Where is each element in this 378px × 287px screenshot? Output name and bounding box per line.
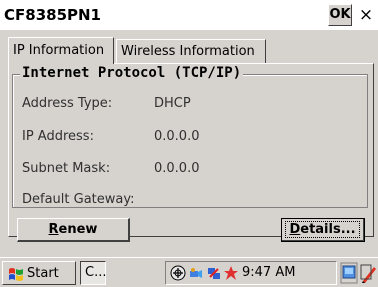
start-label: Start bbox=[27, 266, 59, 281]
bluetooth-icon[interactable] bbox=[188, 265, 204, 281]
renew-button[interactable]: Renew bbox=[17, 218, 130, 242]
input-panel-icon[interactable] bbox=[360, 261, 378, 285]
groupbox-title: Internet Protocol (TCP/IP) bbox=[20, 65, 244, 81]
start-button[interactable]: Start bbox=[2, 261, 76, 285]
network-icon[interactable] bbox=[170, 265, 186, 281]
window-title: CF8385PN1 bbox=[4, 6, 101, 24]
tab-wireless-information[interactable]: Wireless Information bbox=[116, 39, 266, 63]
default-gateway-label: Default Gateway: bbox=[22, 192, 135, 207]
clock[interactable]: 9:47 AM bbox=[242, 261, 295, 284]
address-type-label: Address Type: bbox=[22, 96, 113, 111]
address-type-value: DHCP bbox=[154, 96, 191, 111]
ip-address-value: 0.0.0.0 bbox=[154, 129, 200, 144]
desktop-icon[interactable] bbox=[340, 261, 358, 285]
windows-flag-icon bbox=[9, 268, 23, 281]
taskbar-app-button[interactable]: C... bbox=[80, 261, 106, 285]
title-bar: CF8385PN1 OK × bbox=[0, 0, 378, 30]
connection-icon[interactable] bbox=[206, 265, 222, 281]
tab-ip-information[interactable]: IP Information bbox=[8, 37, 114, 64]
ip-address-label: IP Address: bbox=[22, 129, 94, 144]
renew-label: enew bbox=[58, 222, 98, 237]
focus-rectangle bbox=[285, 221, 360, 238]
taskbar: Start C... 9:47 AM bbox=[0, 257, 378, 287]
ok-button[interactable]: OK bbox=[328, 4, 352, 26]
subnet-mask-label: Subnet Mask: bbox=[22, 161, 111, 176]
subnet-mask-value: 0.0.0.0 bbox=[154, 161, 200, 176]
renew-accelerator: R bbox=[48, 222, 59, 237]
close-button[interactable]: × bbox=[356, 4, 376, 26]
details-button[interactable]: Details... bbox=[281, 218, 365, 242]
sync-icon[interactable] bbox=[223, 265, 239, 281]
